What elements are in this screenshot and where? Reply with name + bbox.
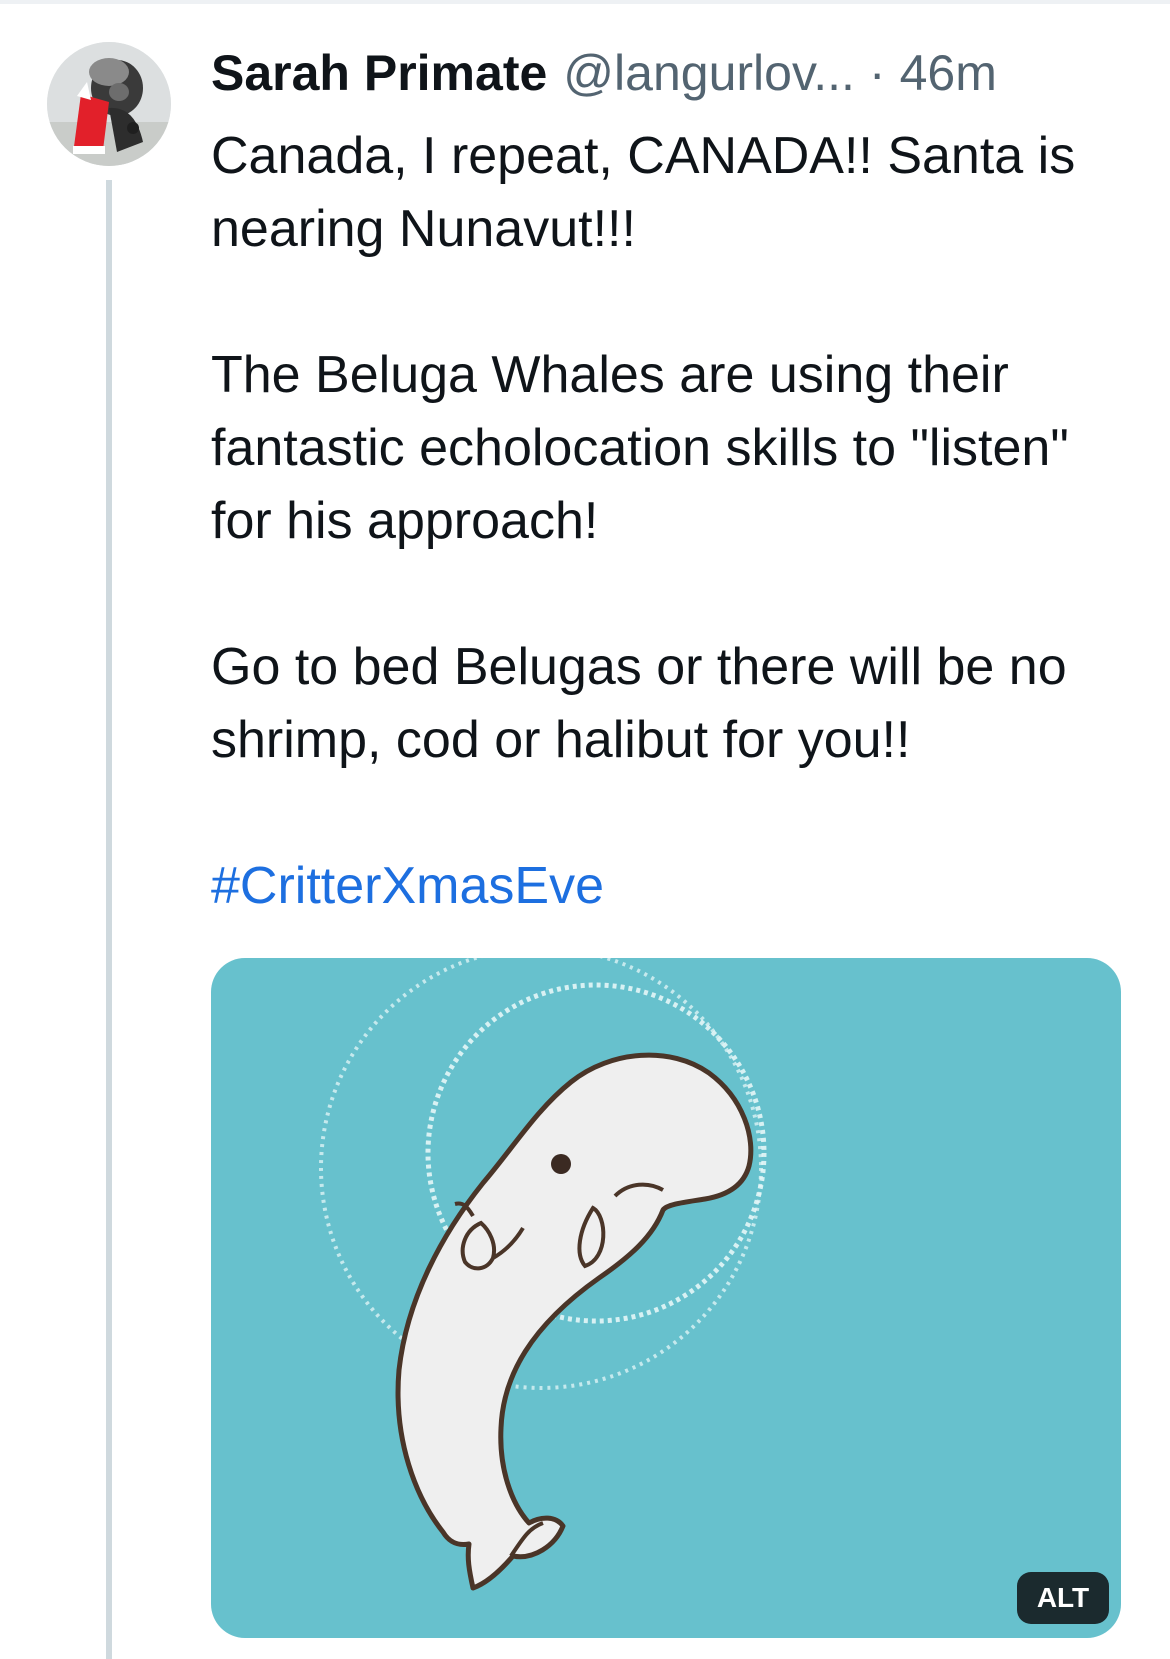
beluga-whale-illustration <box>319 958 767 1591</box>
post-paragraph-2: The Beluga Whales are using their fantas… <box>211 346 1069 550</box>
post-paragraph-1: Canada, I repeat, CANADA!! Santa is near… <box>211 127 1076 258</box>
separator-dot: · <box>868 45 886 101</box>
user-handle[interactable]: @langurlov... <box>563 38 855 108</box>
monkey-in-santa-outfit-icon <box>47 42 171 166</box>
timestamp[interactable]: 46m <box>900 38 997 108</box>
hashtag-link[interactable]: #CritterXmasEve <box>211 857 604 915</box>
top-divider <box>0 0 1170 4</box>
thread-line <box>106 180 112 1659</box>
post-text: Canada, I repeat, CANADA!! Santa is near… <box>211 120 1121 923</box>
alt-text-badge[interactable]: ALT <box>1017 1572 1109 1624</box>
post-paragraph-3: Go to bed Belugas or there will be no sh… <box>211 638 1067 769</box>
post-header: Sarah Primate @langurlov... · 46m <box>211 38 1121 108</box>
display-name[interactable]: Sarah Primate <box>211 38 547 108</box>
avatar[interactable] <box>47 42 171 166</box>
post-image[interactable]: ALT <box>211 958 1121 1638</box>
